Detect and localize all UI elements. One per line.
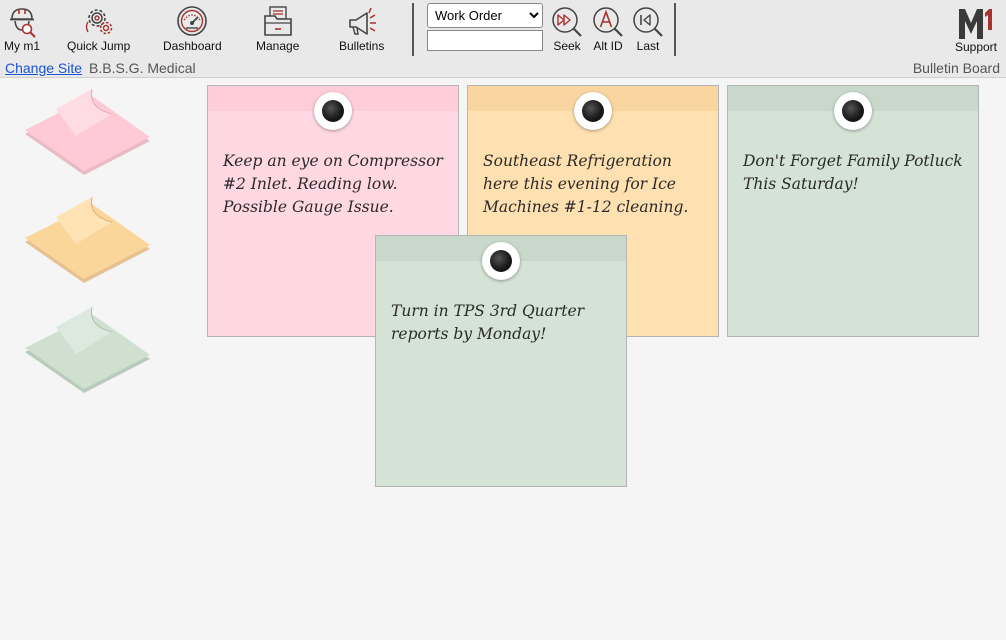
note-text: Keep an eye on Compressor #2 Inlet. Read…: [223, 152, 443, 216]
dashboard-label: Dashboard: [163, 39, 222, 53]
gauge-icon: [177, 6, 208, 36]
pushpin-icon: [482, 242, 520, 280]
pushpin-icon: [574, 92, 612, 130]
site-bar: Change Site B.B.S.G. Medical Bulletin Bo…: [0, 60, 1006, 78]
my-m1-label: My m1: [4, 39, 40, 53]
quick-jump-label: Quick Jump: [67, 39, 131, 53]
alt-id-label: Alt ID: [593, 39, 623, 53]
alt-id-button[interactable]: Alt ID: [591, 6, 625, 53]
last-label: Last: [636, 39, 660, 53]
pushpin-icon: [314, 92, 352, 130]
toolbar-divider: [412, 3, 414, 56]
note-text: Southeast Refrigeration here this evenin…: [483, 152, 689, 216]
quick-jump-button[interactable]: Quick Jump: [67, 4, 130, 58]
m1-logo-icon: [959, 9, 992, 39]
manage-label: Manage: [256, 39, 300, 53]
seek-button[interactable]: Seek: [550, 6, 584, 53]
page-title: Bulletin Board: [912, 60, 1000, 76]
note-text: Turn in TPS 3rd Quarter reports by Monda…: [391, 302, 585, 343]
pushpin-icon: [834, 92, 872, 130]
my-m1-button[interactable]: My m1: [4, 4, 40, 58]
seek-icon: [552, 7, 582, 37]
last-record-icon: [633, 7, 663, 37]
bulletins-label: Bulletins: [339, 39, 385, 53]
dashboard-button[interactable]: Dashboard: [163, 4, 222, 58]
orange-note-pad[interactable]: [22, 192, 152, 288]
note-text: Don't Forget Family Potluck This Saturda…: [743, 152, 963, 193]
bulletin-note[interactable]: Don't Forget Family Potluck This Saturda…: [727, 85, 979, 337]
record-search-input[interactable]: [427, 30, 543, 51]
seek-label: Seek: [553, 39, 581, 53]
last-button[interactable]: Last: [631, 6, 665, 53]
record-type-select[interactable]: Work Order: [427, 3, 543, 28]
megaphone-icon: [348, 7, 376, 35]
toolbar-divider: [674, 3, 676, 56]
worker-helmet-icon: [10, 8, 36, 38]
toolbar: My m1 Quick Jump Dashboard Manage Bullet…: [0, 0, 1006, 60]
bulletin-note[interactable]: Turn in TPS 3rd Quarter reports by Monda…: [375, 235, 627, 487]
support-button[interactable]: Support: [950, 6, 1002, 54]
change-site-link[interactable]: Change Site: [5, 60, 82, 77]
support-label: Support: [954, 40, 998, 54]
bulletins-button[interactable]: Bulletins: [339, 4, 384, 58]
pink-note-pad[interactable]: [22, 84, 152, 180]
folder-icon: [263, 6, 292, 36]
gears-icon: [85, 9, 112, 35]
site-name: B.B.S.G. Medical: [89, 60, 196, 76]
alt-id-icon: [593, 7, 623, 37]
manage-button[interactable]: Manage: [256, 4, 299, 58]
green-note-pad[interactable]: [22, 302, 152, 398]
